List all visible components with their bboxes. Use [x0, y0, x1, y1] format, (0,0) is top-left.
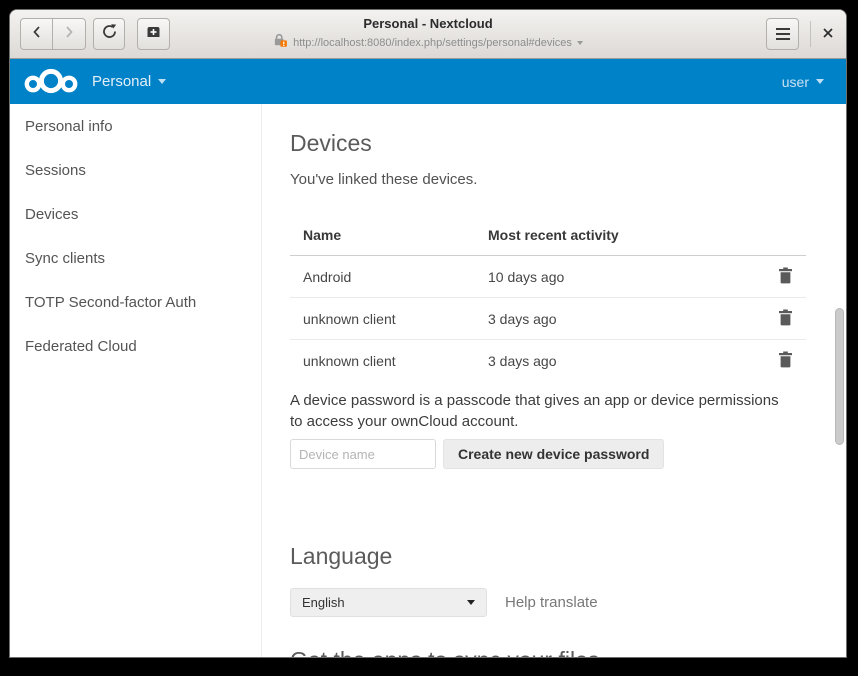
devices-table-header: Name Most recent activity — [290, 215, 806, 256]
sidebar-item-devices[interactable]: Devices — [10, 192, 261, 236]
titlebar-right-group — [766, 18, 834, 50]
nav-button-group — [20, 18, 170, 50]
device-password-hint: A device password is a passcode that giv… — [290, 390, 788, 432]
sidebar-item-label: Sessions — [25, 162, 86, 179]
hamburger-icon — [776, 28, 790, 40]
chevron-down-icon — [158, 79, 166, 84]
device-activity: 3 days ago — [488, 353, 764, 369]
page-title: Personal - Nextcloud — [273, 16, 583, 31]
reload-button[interactable] — [93, 18, 125, 50]
sidebar-item-label: Sync clients — [25, 250, 105, 267]
delete-device-button[interactable] — [778, 267, 793, 287]
trash-icon — [778, 267, 793, 287]
language-select[interactable]: English — [290, 588, 487, 617]
settings-main-panel: Devices You've linked these devices. Nam… — [262, 104, 846, 657]
sidebar-item-label: Personal info — [25, 118, 113, 135]
browser-titlebar: Personal - Nextcloud http://localhost:80… — [10, 10, 846, 59]
app-menu[interactable]: Personal — [92, 73, 166, 90]
tab-plus-icon — [145, 25, 162, 44]
chevron-right-icon — [64, 25, 74, 44]
caret-down-icon — [467, 600, 475, 605]
device-name: unknown client — [290, 311, 488, 327]
devices-table: Name Most recent activity Android 10 day… — [290, 215, 806, 381]
language-selected-value: English — [302, 595, 345, 610]
language-section: Language English Help translate — [290, 543, 846, 617]
language-section-title: Language — [290, 543, 846, 570]
table-row: unknown client 3 days ago — [290, 340, 806, 381]
column-header-name: Name — [290, 227, 488, 243]
trash-icon — [778, 351, 793, 371]
sidebar-item-sync-clients[interactable]: Sync clients — [10, 236, 261, 280]
settings-content: Personal info Sessions Devices Sync clie… — [10, 104, 846, 657]
titlebar-separator — [810, 21, 811, 47]
url-text: http://localhost:8080/index.php/settings… — [293, 37, 572, 49]
sidebar-item-federated-cloud[interactable]: Federated Cloud — [10, 324, 261, 368]
delete-device-button[interactable] — [778, 351, 793, 371]
nextcloud-header: Personal user — [10, 59, 846, 104]
sidebar-item-personal-info[interactable]: Personal info — [10, 104, 261, 148]
app-menu-label: Personal — [92, 73, 151, 90]
device-name: Android — [290, 269, 488, 285]
titlebar-center: Personal - Nextcloud http://localhost:80… — [273, 16, 583, 52]
devices-subtitle: You've linked these devices. — [290, 171, 846, 188]
close-window-button[interactable] — [822, 27, 834, 42]
browser-window: Personal - Nextcloud http://localhost:80… — [10, 10, 846, 657]
back-button[interactable] — [20, 18, 53, 50]
table-row: unknown client 3 days ago — [290, 298, 806, 340]
column-header-activity: Most recent activity — [488, 227, 764, 243]
help-translate-link[interactable]: Help translate — [505, 594, 598, 611]
insecure-lock-icon — [273, 33, 288, 52]
nextcloud-logo-icon[interactable] — [22, 67, 80, 97]
user-menu[interactable]: user — [782, 74, 824, 90]
device-activity: 10 days ago — [488, 269, 764, 285]
sidebar-item-label: TOTP Second-factor Auth — [25, 294, 196, 311]
forward-button[interactable] — [53, 18, 86, 50]
reload-icon — [101, 23, 118, 45]
table-row: Android 10 days ago — [290, 256, 806, 298]
devices-section-title: Devices — [290, 130, 846, 157]
device-name: unknown client — [290, 353, 488, 369]
url-bar[interactable]: http://localhost:8080/index.php/settings… — [273, 33, 583, 52]
chevron-down-icon — [816, 79, 824, 84]
device-activity: 3 days ago — [488, 311, 764, 327]
close-icon — [822, 27, 834, 42]
create-device-password-row: Create new device password — [290, 439, 846, 469]
sidebar-item-label: Federated Cloud — [25, 338, 137, 355]
new-tab-button[interactable] — [137, 18, 170, 50]
create-device-password-button[interactable]: Create new device password — [443, 439, 664, 469]
apps-section-title: Get the apps to sync your files — [290, 647, 846, 657]
vertical-scrollbar-thumb[interactable] — [835, 308, 844, 445]
sidebar-item-totp[interactable]: TOTP Second-factor Auth — [10, 280, 261, 324]
sidebar-item-label: Devices — [25, 206, 78, 223]
device-name-input[interactable] — [290, 439, 436, 469]
delete-device-button[interactable] — [778, 309, 793, 329]
user-menu-label: user — [782, 74, 809, 90]
trash-icon — [778, 309, 793, 329]
sidebar-item-sessions[interactable]: Sessions — [10, 148, 261, 192]
menu-button[interactable] — [766, 18, 799, 50]
settings-sidebar: Personal info Sessions Devices Sync clie… — [10, 104, 262, 657]
chevron-left-icon — [32, 25, 42, 44]
url-dropdown-caret-icon[interactable] — [577, 41, 583, 45]
